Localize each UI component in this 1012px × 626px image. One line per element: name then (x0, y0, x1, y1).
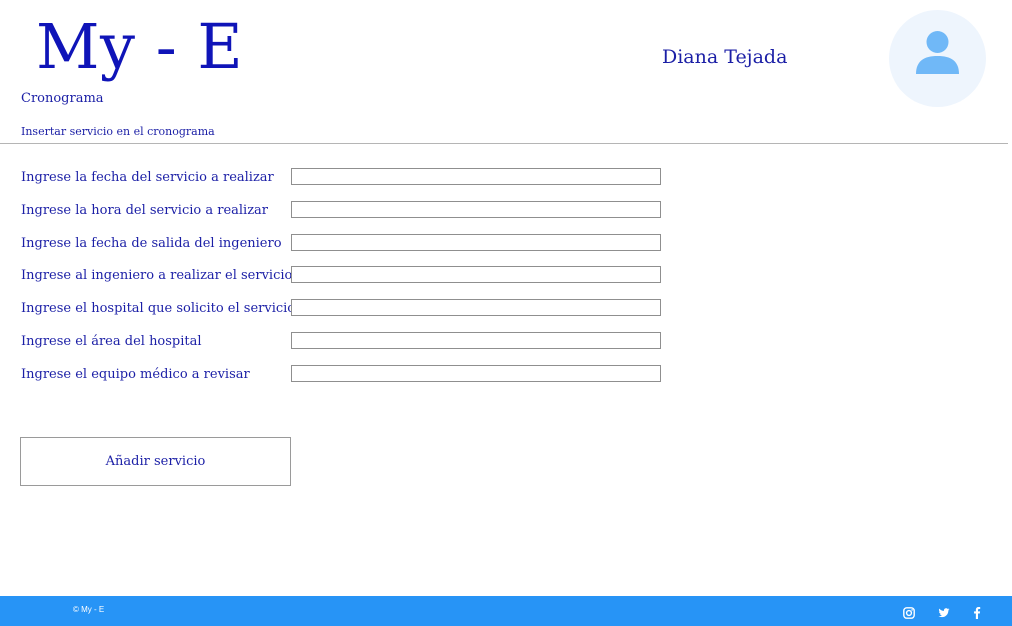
hospital-label: Ingrese el hospital que solicito el serv… (21, 301, 296, 316)
twitter-icon[interactable] (938, 604, 952, 618)
fecha-salida-input[interactable] (291, 234, 661, 251)
facebook-icon[interactable] (972, 604, 986, 619)
user-name: Diana Tejada (662, 46, 788, 68)
hora-servicio-input[interactable] (291, 201, 661, 218)
equipo-input[interactable] (291, 365, 661, 382)
equipo-label: Ingrese el equipo médico a revisar (21, 367, 250, 382)
area-label: Ingrese el área del hospital (21, 334, 202, 349)
form-row-fecha-servicio: Ingrese la fecha del servicio a realizar (0, 168, 700, 190)
form-row-hora-servicio: Ingrese la hora del servicio a realizar (0, 201, 700, 223)
footer: © My - E (0, 596, 1012, 626)
add-service-button[interactable]: Añadir servicio (20, 437, 291, 486)
fecha-servicio-input[interactable] (291, 168, 661, 185)
page-subtitle: Insertar servicio en el cronograma (21, 125, 215, 138)
hora-servicio-label: Ingrese la hora del servicio a realizar (21, 203, 269, 218)
form-row-ingeniero: Ingrese al ingeniero a realizar el servi… (0, 266, 700, 288)
user-icon (916, 31, 959, 74)
form-row-fecha-salida: Ingrese la fecha de salida del ingeniero (0, 234, 700, 256)
form-row-equipo: Ingrese el equipo médico a revisar (0, 365, 700, 387)
form-row-area: Ingrese el área del hospital (0, 332, 700, 354)
fecha-servicio-label: Ingrese la fecha del servicio a realizar (21, 170, 274, 185)
form-row-hospital: Ingrese el hospital que solicito el serv… (0, 299, 700, 321)
fecha-salida-label: Ingrese la fecha de salida del ingeniero (21, 236, 282, 251)
instagram-icon[interactable] (903, 604, 917, 619)
ingeniero-label: Ingrese al ingeniero a realizar el servi… (21, 268, 293, 283)
nav-link-cronograma[interactable]: Cronograma (21, 91, 104, 106)
footer-copyright: © My - E (73, 605, 105, 614)
hospital-input[interactable] (291, 299, 661, 316)
area-input[interactable] (291, 332, 661, 349)
ingeniero-input[interactable] (291, 266, 661, 283)
header-divider (0, 143, 1008, 144)
avatar[interactable] (889, 10, 986, 107)
app-logo: My - E (36, 10, 244, 83)
